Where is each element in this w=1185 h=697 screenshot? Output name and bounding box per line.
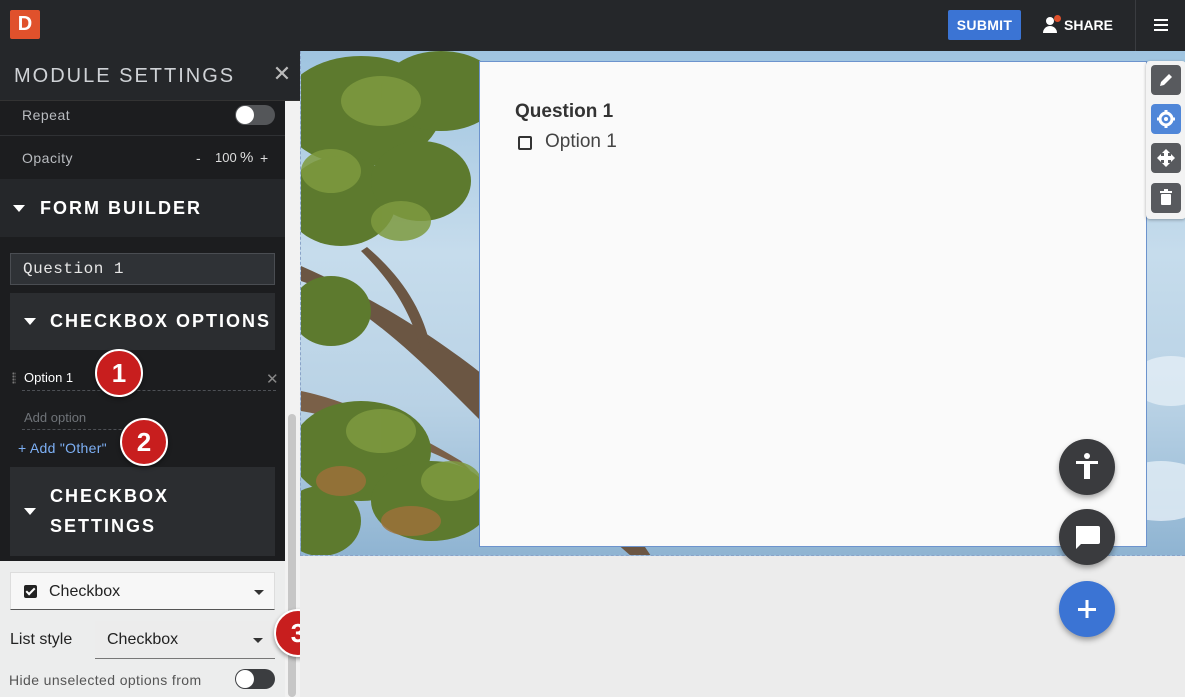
chat-icon (1076, 526, 1100, 549)
question-title-input[interactable]: Question 1 (10, 253, 275, 285)
module-settings-panel: MODULE SETTINGS ✕ Repeat Opacity - 100 %… (0, 51, 300, 697)
drag-handle-icon[interactable] (12, 372, 16, 384)
question-type-select[interactable]: Checkbox (10, 572, 275, 610)
move-icon[interactable] (1151, 143, 1181, 173)
gear-icon[interactable] (1151, 104, 1181, 134)
hamburger-menu-button[interactable] (1135, 0, 1185, 51)
form-module[interactable]: Question 1 Option 1 (479, 61, 1147, 547)
list-style-select[interactable]: Checkbox (95, 621, 275, 659)
form-builder-label: FORM BUILDER (40, 198, 202, 218)
panel-header: MODULE SETTINGS ✕ (0, 51, 300, 101)
option-text[interactable]: Option 1 (545, 131, 617, 153)
page-canvas: Question 1 Option 1 (300, 51, 1185, 697)
opacity-decrease-button[interactable]: - (196, 150, 201, 166)
opacity-unit: % (240, 149, 254, 166)
checkbox-settings-label-line1: CHECKBOX (50, 486, 170, 506)
caret-down-icon (24, 318, 36, 325)
accessibility-button[interactable] (1059, 439, 1115, 495)
repeat-toggle[interactable] (235, 105, 275, 125)
hide-unselected-label: Hide unselected options from (9, 672, 202, 688)
checkbox-settings-header[interactable]: CHECKBOX SETTINGS (10, 467, 275, 556)
accessibility-icon (1076, 453, 1098, 479)
opacity-label: Opacity (22, 150, 73, 166)
remove-option-icon[interactable]: ✕ (266, 370, 279, 388)
list-style-label: List style (10, 631, 73, 648)
checkbox-options-label: CHECKBOX OPTIONS (50, 311, 272, 331)
annotation-badge: 2 (120, 418, 168, 466)
add-other-link[interactable]: + Add "Other" (18, 440, 107, 456)
submit-button[interactable]: SUBMIT (948, 10, 1021, 40)
question-type-value: Checkbox (49, 583, 121, 600)
hide-unselected-toggle[interactable] (235, 669, 275, 689)
plus-icon (1078, 600, 1096, 618)
repeat-label: Repeat (22, 107, 71, 123)
add-option-placeholder: Add option (24, 410, 87, 425)
top-bar: D SUBMIT SHARE (0, 0, 1185, 51)
person-icon (1042, 15, 1061, 33)
notification-dot (1054, 15, 1061, 22)
form-builder-header[interactable]: FORM BUILDER (0, 179, 285, 237)
settings-controls-area: Checkbox List style Checkbox Hide unsele… (0, 561, 285, 697)
module-toolbar (1146, 61, 1185, 219)
checkbox-icon (24, 585, 37, 598)
dropdown-arrow-icon (253, 638, 263, 643)
dropdown-arrow-icon (254, 590, 264, 595)
option-label[interactable]: Option 1 (24, 370, 73, 385)
trash-icon[interactable] (1151, 183, 1181, 213)
divider (0, 135, 285, 136)
checkbox-options-header[interactable]: CHECKBOX OPTIONS (10, 293, 275, 350)
question-title: Question 1 (515, 101, 614, 122)
menu-icon (1154, 19, 1168, 21)
panel-title: MODULE SETTINGS (14, 65, 236, 87)
share-label: SHARE (1064, 17, 1114, 33)
add-button[interactable] (1059, 581, 1115, 637)
chat-button[interactable] (1059, 509, 1115, 565)
annotation-badge: 1 (95, 349, 143, 397)
caret-down-icon (13, 205, 25, 212)
background-image[interactable]: Question 1 Option 1 (300, 51, 1185, 556)
option-row[interactable]: Option 1 (22, 367, 276, 391)
opacity-value[interactable]: 100 (215, 150, 237, 165)
share-button[interactable]: SHARE (1042, 10, 1113, 40)
option-checkbox[interactable] (518, 136, 532, 150)
caret-down-icon (24, 508, 36, 515)
close-icon[interactable]: ✕ (271, 63, 293, 85)
pencil-icon[interactable] (1151, 65, 1181, 95)
app-logo[interactable]: D (10, 10, 40, 39)
checkbox-settings-label-line2: SETTINGS (50, 516, 157, 536)
list-style-value: Checkbox (107, 631, 179, 648)
opacity-increase-button[interactable]: + (260, 150, 269, 166)
